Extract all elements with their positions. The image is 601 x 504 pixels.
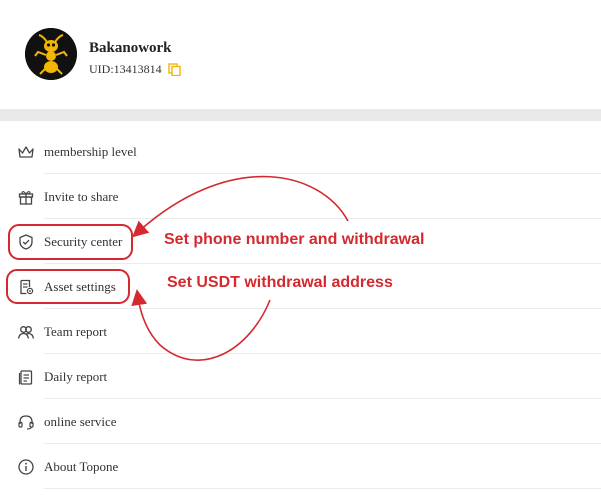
asset-settings-icon bbox=[17, 278, 35, 296]
menu-item-membership-level[interactable]: membership level bbox=[0, 129, 601, 174]
profile-header: Bakanowork UID:13413814 bbox=[0, 0, 601, 109]
gift-icon bbox=[17, 188, 35, 206]
menu-item-label: Asset settings bbox=[44, 278, 116, 294]
menu-item-label: membership level bbox=[44, 143, 137, 159]
ant-icon bbox=[25, 28, 77, 80]
security-annotation: Set phone number and withdrawal bbox=[164, 231, 425, 248]
menu-item-label: Invite to share bbox=[44, 188, 119, 204]
copy-icon[interactable] bbox=[167, 63, 181, 77]
menu-item-team-report[interactable]: Team report bbox=[0, 309, 601, 354]
headset-icon bbox=[17, 413, 35, 431]
menu-item-invite-to-share[interactable]: Invite to share bbox=[0, 174, 601, 219]
asset-annotation: Set USDT withdrawal address bbox=[167, 274, 393, 291]
info-icon bbox=[17, 458, 35, 476]
shield-icon bbox=[17, 233, 35, 251]
menu-item-label: Daily report bbox=[44, 368, 108, 384]
menu-item-about-topone[interactable]: About Topone bbox=[0, 444, 601, 489]
crown-icon bbox=[17, 143, 35, 161]
uid-text: UID:13413814 bbox=[89, 62, 162, 76]
report-icon bbox=[17, 368, 35, 386]
uid-row: UID:13413814 bbox=[89, 62, 181, 77]
team-icon bbox=[17, 323, 35, 341]
menu-list: membership level Invite to share Securit… bbox=[0, 129, 601, 489]
menu-item-online-service[interactable]: online service bbox=[0, 399, 601, 444]
menu-item-label: Team report bbox=[44, 323, 107, 339]
section-divider bbox=[0, 109, 601, 121]
avatar[interactable] bbox=[25, 28, 77, 80]
username: Bakanowork bbox=[89, 40, 172, 56]
menu-item-label: About Topone bbox=[44, 458, 119, 474]
menu-item-daily-report[interactable]: Daily report bbox=[0, 354, 601, 399]
menu-item-label: online service bbox=[44, 413, 117, 429]
menu-item-label: Security center bbox=[44, 233, 123, 249]
